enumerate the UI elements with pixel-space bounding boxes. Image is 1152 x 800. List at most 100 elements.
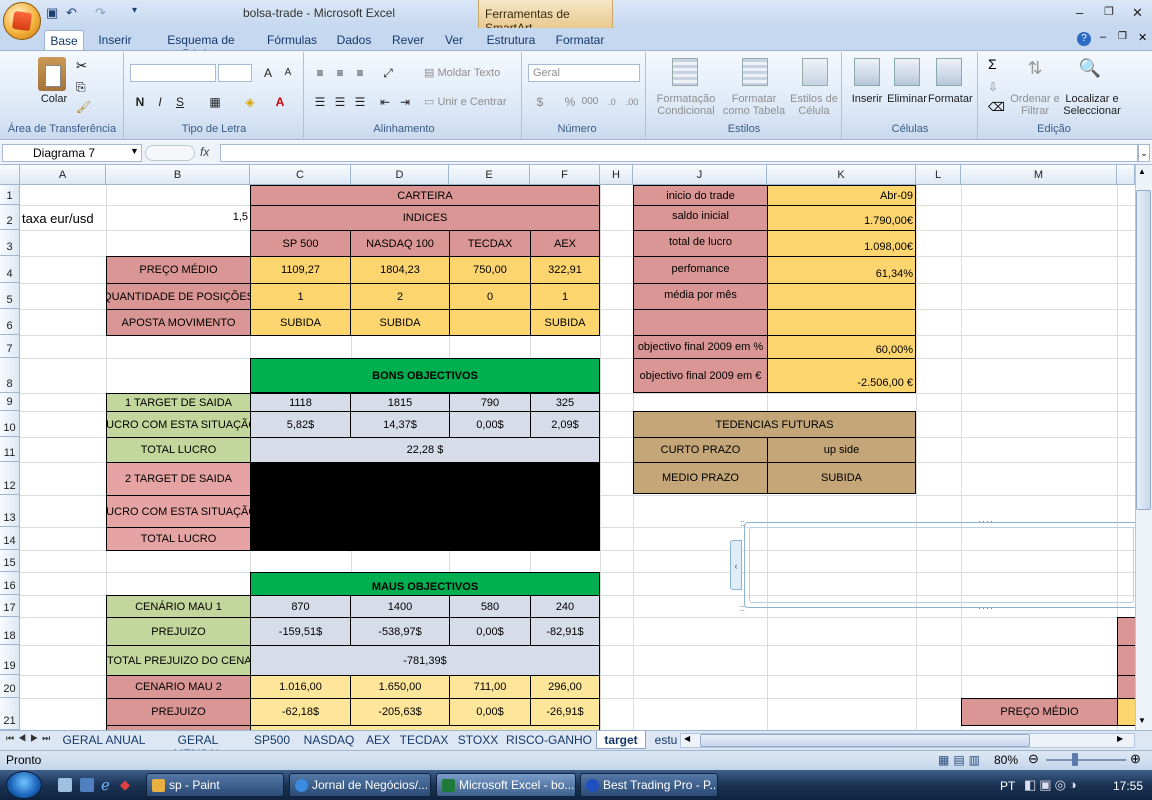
col-header-B[interactable]: B: [106, 165, 250, 185]
insert-cells-button[interactable]: Inserir: [848, 93, 886, 105]
cell-mau2[interactable]: 1.650,00: [350, 675, 450, 699]
cell-total-label[interactable]: total de lucro: [633, 230, 768, 257]
cell-qtd[interactable]: 0: [449, 283, 531, 310]
cell-perf[interactable]: 61,34%: [767, 256, 916, 284]
taskbar-item[interactable]: sp - Paint: [146, 773, 284, 797]
row-header-4[interactable]: 4: [0, 256, 20, 283]
cell-t1[interactable]: 790: [449, 393, 531, 412]
vertical-scroll-thumb[interactable]: [1136, 190, 1151, 510]
cell-total-lucro-label[interactable]: TOTAL LUCRO: [106, 437, 251, 463]
paste-button[interactable]: Colar: [34, 93, 74, 105]
cell-styles-icon[interactable]: [802, 58, 828, 86]
expand-formula-icon[interactable]: ⌄: [1138, 144, 1150, 162]
clock[interactable]: 17:55: [1113, 779, 1143, 793]
row-header-9[interactable]: 9: [0, 393, 20, 411]
cell-edge[interactable]: [1117, 617, 1135, 646]
sheet-tab[interactable]: GERAL MENSAL: [152, 731, 244, 761]
col-header-J[interactable]: J: [633, 165, 767, 185]
italic-button[interactable]: I: [150, 93, 170, 111]
cell-carteira[interactable]: CARTEIRA: [250, 185, 600, 206]
align-bottom-icon[interactable]: ≡: [350, 64, 370, 82]
cell-prej2[interactable]: -26,91$: [530, 698, 600, 726]
tab-estrutura[interactable]: Estrutura: [484, 30, 538, 50]
cell-preco[interactable]: 1109,27: [250, 256, 351, 284]
find-select-button[interactable]: Localizar e Seleccionar: [1060, 93, 1124, 117]
cell-qtd[interactable]: 2: [350, 283, 450, 310]
cell-mau2[interactable]: 711,00: [449, 675, 531, 699]
scroll-left-icon[interactable]: ◀: [684, 734, 690, 743]
find-icon[interactable]: 🔍: [1076, 58, 1104, 86]
cell-mau2[interactable]: 296,00: [530, 675, 600, 699]
cell-edge[interactable]: [1117, 675, 1135, 699]
cell-obj-pct-label[interactable]: objectivo final 2009 em %: [633, 335, 768, 359]
cell-aposta[interactable]: SUBIDA: [250, 309, 351, 336]
cell-taxa-value[interactable]: 1,5: [106, 207, 250, 227]
cell-lucro[interactable]: 2,09$: [530, 411, 600, 438]
bold-button[interactable]: N: [130, 93, 150, 111]
cell-t1-label[interactable]: 1 TARGET DE SAIDA: [106, 393, 251, 412]
tab-base[interactable]: Base: [44, 30, 84, 52]
cell-qtd[interactable]: 1: [530, 283, 600, 310]
undo-icon[interactable]: ↶: [66, 5, 77, 21]
insert-cells-icon[interactable]: [854, 58, 880, 86]
cell-prej2[interactable]: 0,00$: [449, 698, 531, 726]
language-indicator[interactable]: PT: [1000, 779, 1015, 793]
cell-t2-label[interactable]: 2 TARGET DE SAIDA: [106, 462, 251, 496]
align-top-icon[interactable]: ≡: [310, 64, 330, 82]
cell-aposta[interactable]: SUBIDA: [530, 309, 600, 336]
merge-center-button[interactable]: ▭ Unir e Centrar: [424, 96, 520, 108]
cell-lucro[interactable]: 14,37$: [350, 411, 450, 438]
row-header-2[interactable]: 2: [0, 205, 20, 230]
col-header-F[interactable]: F: [530, 165, 600, 185]
cell-styles-button[interactable]: Estilos de Célula: [788, 93, 840, 117]
align-right-icon[interactable]: ☰: [350, 93, 370, 111]
paste-icon[interactable]: [38, 57, 66, 91]
cell-lucro-label[interactable]: LUCRO COM ESTA SITUAÇÃO: [106, 411, 251, 438]
cut-icon[interactable]: ✂: [76, 58, 87, 74]
cell-tendencias[interactable]: TEDENCIAS FUTURAS: [633, 411, 916, 438]
cell-prej2-label[interactable]: PREJUIZO: [106, 698, 251, 726]
cell-mau1[interactable]: 580: [449, 595, 531, 618]
autosum-button[interactable]: Σ: [988, 56, 997, 72]
zoom-slider-thumb[interactable]: [1072, 753, 1078, 766]
cell-empty-label[interactable]: [633, 309, 768, 336]
sheet-tab[interactable]: NASDAQ: [300, 731, 358, 749]
cell-mau2[interactable]: 1.016,00: [250, 675, 351, 699]
col-header-L[interactable]: L: [916, 165, 961, 185]
cell-mau1[interactable]: 240: [530, 595, 600, 618]
font-color-icon[interactable]: A: [270, 93, 290, 111]
formula-input[interactable]: [220, 144, 1138, 162]
resize-handle-bottom-icon[interactable]: ····: [978, 603, 994, 613]
zoom-in-icon[interactable]: ⊕: [1130, 751, 1141, 767]
thousands-button[interactable]: 000: [580, 93, 600, 111]
row-header-20[interactable]: 20: [0, 675, 20, 698]
cell-inicio[interactable]: Abr-09: [767, 185, 916, 206]
taskbar-item-active[interactable]: Microsoft Excel - bo...: [436, 773, 576, 797]
cell-index-header[interactable]: NASDAQ 100: [350, 230, 450, 257]
smartart-canvas[interactable]: [749, 527, 1134, 603]
cell-preco[interactable]: 750,00: [449, 256, 531, 284]
align-middle-icon[interactable]: ≡: [330, 64, 350, 82]
col-header-K[interactable]: K: [767, 165, 916, 185]
cell-bons-objectivos[interactable]: BONS OBJECTIVOS: [250, 358, 600, 393]
wrap-text-button[interactable]: ▤ Moldar Texto: [424, 67, 514, 79]
cell-index-header[interactable]: AEX: [530, 230, 600, 257]
copy-icon[interactable]: ⎘: [76, 80, 86, 95]
tab-inserir[interactable]: Inserir: [93, 30, 137, 50]
minimize-icon[interactable]: –: [1076, 5, 1083, 20]
cell-index-header[interactable]: TECDAX: [449, 230, 531, 257]
underline-button[interactable]: S: [170, 93, 190, 111]
tab-formatar[interactable]: Formatar: [555, 30, 605, 50]
cell-prej2[interactable]: -205,63$: [350, 698, 450, 726]
cell-t1[interactable]: 1815: [350, 393, 450, 412]
row-header-12[interactable]: 12: [0, 462, 20, 495]
col-header-next[interactable]: [1117, 165, 1135, 185]
cell-obj-eur[interactable]: -2.506,00 €: [767, 358, 916, 393]
row-header-1[interactable]: 1: [0, 185, 20, 205]
cell-total-lucro[interactable]: 22,28 $: [250, 437, 600, 463]
cell-aposta[interactable]: SUBIDA: [350, 309, 450, 336]
col-header-A[interactable]: A: [20, 165, 106, 185]
cell-prej2[interactable]: -62,18$: [250, 698, 351, 726]
cell-indices[interactable]: INDICES: [250, 205, 600, 231]
sheet-nav-arrows-icon[interactable]: ⏮◀▶⏭: [6, 733, 54, 744]
